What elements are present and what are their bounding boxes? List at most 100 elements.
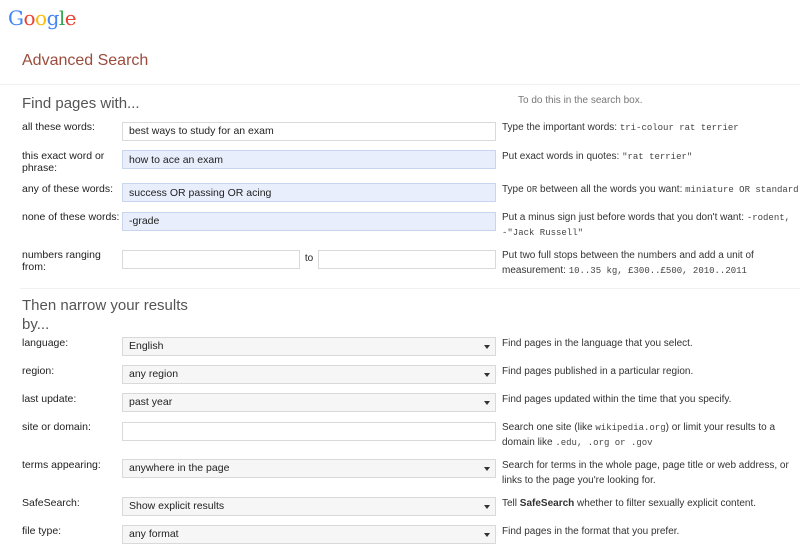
form-row-language: language: English Find pages in the lang… xyxy=(0,337,800,356)
chevron-down-icon xyxy=(484,466,490,471)
help-all-words-example: tri-colour rat terrier xyxy=(619,123,739,133)
select-language-value: English xyxy=(129,340,164,352)
form-row-last-update: last update: past year Find pages update… xyxy=(0,393,800,412)
help-exact-phrase: Put exact words in quotes: "rat terrier" xyxy=(496,150,800,165)
select-region-value: any region xyxy=(129,368,179,380)
label-site-domain: site or domain: xyxy=(22,421,91,433)
google-logo[interactable]: Google xyxy=(8,6,77,30)
page-header: Google Advanced Search xyxy=(0,0,800,85)
label-safesearch: SafeSearch: xyxy=(22,497,80,509)
help-any-words-operator: OR xyxy=(526,184,538,195)
chevron-down-icon xyxy=(484,400,490,405)
select-last-update-value: past year xyxy=(129,396,173,408)
select-file-type[interactable]: any format xyxy=(122,525,496,544)
select-safesearch-value: Show explicit results xyxy=(129,500,225,512)
help-column-heading: To do this in the search box. xyxy=(518,95,643,106)
select-file-type-value: any format xyxy=(129,528,179,540)
chevron-down-icon xyxy=(484,504,490,509)
section-heading-narrow-results: Then narrow your results by... xyxy=(22,297,188,333)
form-row-site-domain: site or domain: Search one site (like wi… xyxy=(0,421,800,450)
help-site-domain-text: Search one site (like xyxy=(502,422,596,433)
help-terms-appearing: Search for terms in the whole page, page… xyxy=(502,460,789,486)
label-last-update: last update: xyxy=(22,393,77,405)
help-language: Find pages in the language that you sele… xyxy=(502,338,693,349)
input-any-words[interactable] xyxy=(122,183,496,202)
form-row-exact-phrase: this exact word or phrase: Put exact wor… xyxy=(0,150,800,174)
form-row-all-words: all these words: Type the important word… xyxy=(0,121,800,141)
help-safesearch-term: SafeSearch xyxy=(519,498,575,509)
select-language[interactable]: English xyxy=(122,337,496,356)
field-number-to xyxy=(318,249,496,269)
help-exact-phrase-example: "rat terrier" xyxy=(622,151,693,162)
field-number-range: to xyxy=(122,249,496,269)
label-language: language: xyxy=(22,337,69,349)
field-none-words xyxy=(122,211,496,231)
help-site-domain-example: wikipedia.org xyxy=(595,423,666,433)
select-region[interactable]: any region xyxy=(122,365,496,384)
logo-letter-g1: G xyxy=(8,6,24,30)
select-last-update[interactable]: past year xyxy=(122,393,496,412)
input-all-words[interactable] xyxy=(122,121,496,141)
form-row-file-type: file type: any format Find pages in the … xyxy=(0,525,800,544)
input-none-words[interactable] xyxy=(122,211,496,231)
form-row-none-words: none of these words: Put a minus sign ju… xyxy=(0,211,800,240)
input-site-domain[interactable] xyxy=(122,421,496,441)
select-terms-appearing[interactable]: anywhere in the page xyxy=(122,459,496,478)
label-exact-phrase: this exact word or phrase: xyxy=(22,149,105,174)
help-any-words-text: Type xyxy=(502,183,527,195)
chevron-down-icon xyxy=(484,532,490,537)
label-any-words: any of these words: xyxy=(22,182,114,195)
field-region: any region xyxy=(122,365,496,384)
help-any-words: Type OR between all the words you want: … xyxy=(496,183,800,198)
help-any-words-example: miniature OR standard xyxy=(685,184,799,195)
help-none-words: Put a minus sign just before words that … xyxy=(496,211,800,240)
field-exact-phrase xyxy=(122,150,496,169)
input-number-to[interactable] xyxy=(318,249,496,269)
field-file-type: any format xyxy=(122,525,496,544)
label-terms-appearing: terms appearing: xyxy=(22,459,101,471)
form-row-number-range: numbers ranging from: to Put two full st… xyxy=(0,249,800,278)
input-number-from[interactable] xyxy=(122,249,300,269)
help-site-domain: Search one site (like wikipedia.org) or … xyxy=(496,421,800,450)
help-safesearch: Tell SafeSearch whether to filter sexual… xyxy=(496,497,800,512)
chevron-down-icon xyxy=(484,372,490,377)
help-none-words-text: Put a minus sign just before words that … xyxy=(502,212,747,223)
help-all-words: Type the important words: tri-colour rat… xyxy=(496,121,800,136)
help-region: Find pages published in a particular reg… xyxy=(502,366,694,377)
form-row-region: region: any region Find pages published … xyxy=(0,365,800,384)
section-heading-find-pages: Find pages with... xyxy=(22,95,140,112)
field-safesearch: Show explicit results xyxy=(122,497,496,516)
help-file-type: Find pages in the format that you prefer… xyxy=(502,526,680,537)
field-all-words xyxy=(122,121,496,141)
form-row-terms-appearing: terms appearing: anywhere in the page Se… xyxy=(0,459,800,488)
field-language: English xyxy=(122,337,496,356)
field-number-from xyxy=(122,249,300,269)
help-number-range-example: 10..35 kg, £300..£500, 2010..2011 xyxy=(568,265,747,276)
label-all-words: all these words: xyxy=(22,121,95,133)
label-file-type: file type: xyxy=(22,525,62,537)
logo-letter-e: e xyxy=(64,6,77,30)
logo-letter-o2: o xyxy=(35,6,47,30)
select-safesearch[interactable]: Show explicit results xyxy=(122,497,496,516)
help-number-range: Put two full stops between the numbers a… xyxy=(496,249,800,278)
logo-letter-g2: g xyxy=(46,6,60,30)
form-row-safesearch: SafeSearch: Show explicit results Tell S… xyxy=(0,497,800,516)
field-terms-appearing: anywhere in the page xyxy=(122,459,496,478)
label-none-words: none of these words: xyxy=(22,211,120,223)
help-last-update: Find pages updated within the time that … xyxy=(502,394,732,405)
select-terms-appearing-value: anywhere in the page xyxy=(129,462,230,474)
label-number-range: numbers ranging from: xyxy=(22,249,101,273)
help-site-domain-example2: .edu, .org or .gov xyxy=(555,437,653,448)
help-safesearch-text2: whether to filter sexually explicit cont… xyxy=(574,498,757,509)
page-title: Advanced Search xyxy=(22,52,149,69)
field-last-update: past year xyxy=(122,393,496,412)
chevron-down-icon xyxy=(484,344,490,349)
narrow-results-section: Then narrow your results by... language:… xyxy=(0,289,800,544)
find-pages-with-section: Find pages with... To do this in the sea… xyxy=(0,95,800,278)
label-number-range-to: to xyxy=(304,253,314,265)
help-exact-phrase-text: Put exact words in quotes: xyxy=(502,150,623,162)
label-region: region: xyxy=(22,365,55,377)
form-row-any-words: any of these words: Type OR between all … xyxy=(0,182,800,202)
input-exact-phrase[interactable] xyxy=(122,150,496,169)
logo-letter-o1: o xyxy=(23,6,36,30)
